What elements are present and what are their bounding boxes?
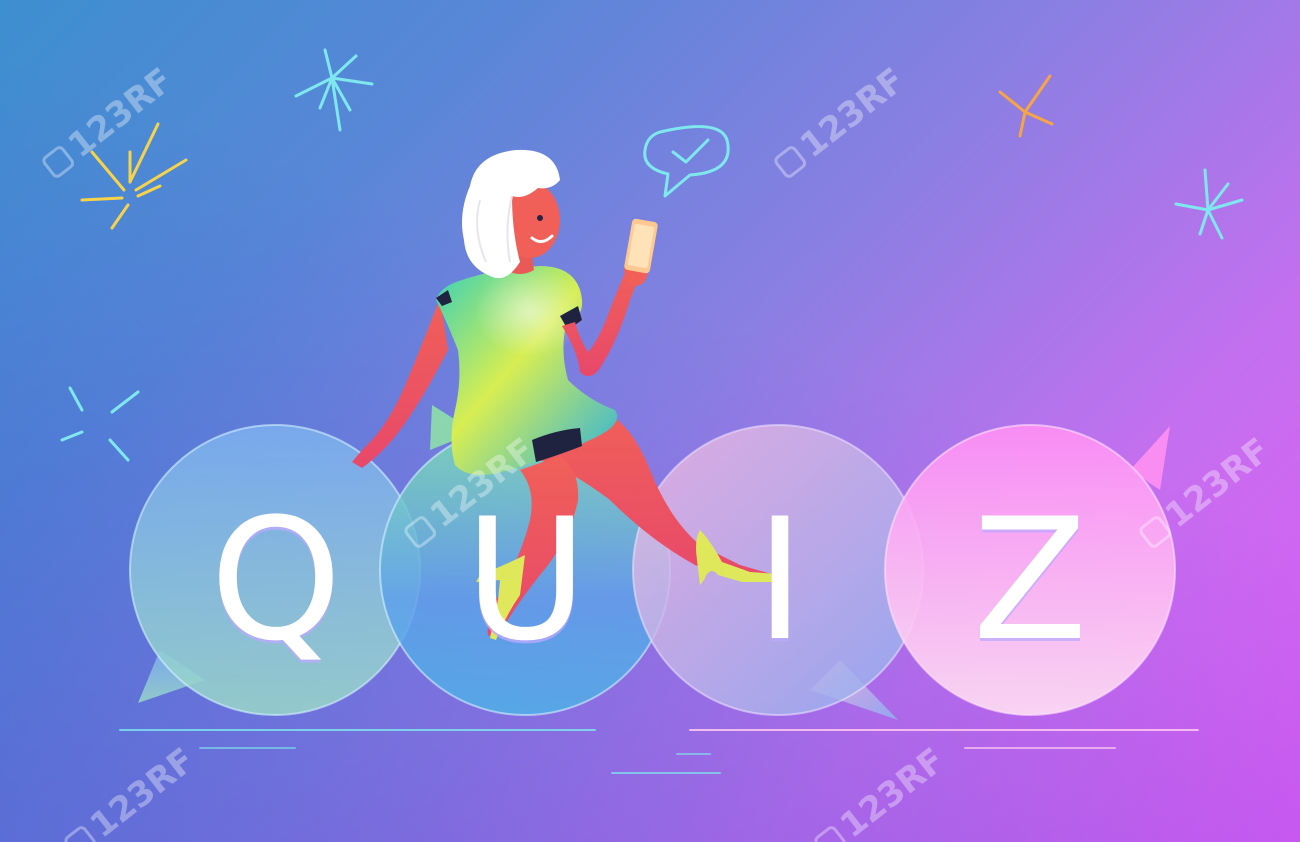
quiz-letter-i: I bbox=[755, 482, 805, 678]
quiz-illustration: Q U I Z 123RF 123RF 123RF 123RF 123RF 12… bbox=[0, 0, 1300, 842]
sparkle-icon bbox=[1174, 168, 1244, 240]
quiz-letter-z: Z bbox=[972, 482, 1088, 678]
smartphone-icon bbox=[624, 218, 658, 274]
illustration-artwork bbox=[60, 48, 1244, 774]
ground-lines bbox=[119, 729, 1199, 774]
sparkle-icon bbox=[294, 48, 374, 132]
quiz-letter-q: Q bbox=[209, 482, 343, 678]
sparkle-icon bbox=[998, 74, 1054, 138]
chat-check-icon bbox=[643, 125, 730, 198]
quiz-letter-u: U bbox=[464, 482, 588, 678]
sparkle-icon bbox=[60, 386, 140, 462]
